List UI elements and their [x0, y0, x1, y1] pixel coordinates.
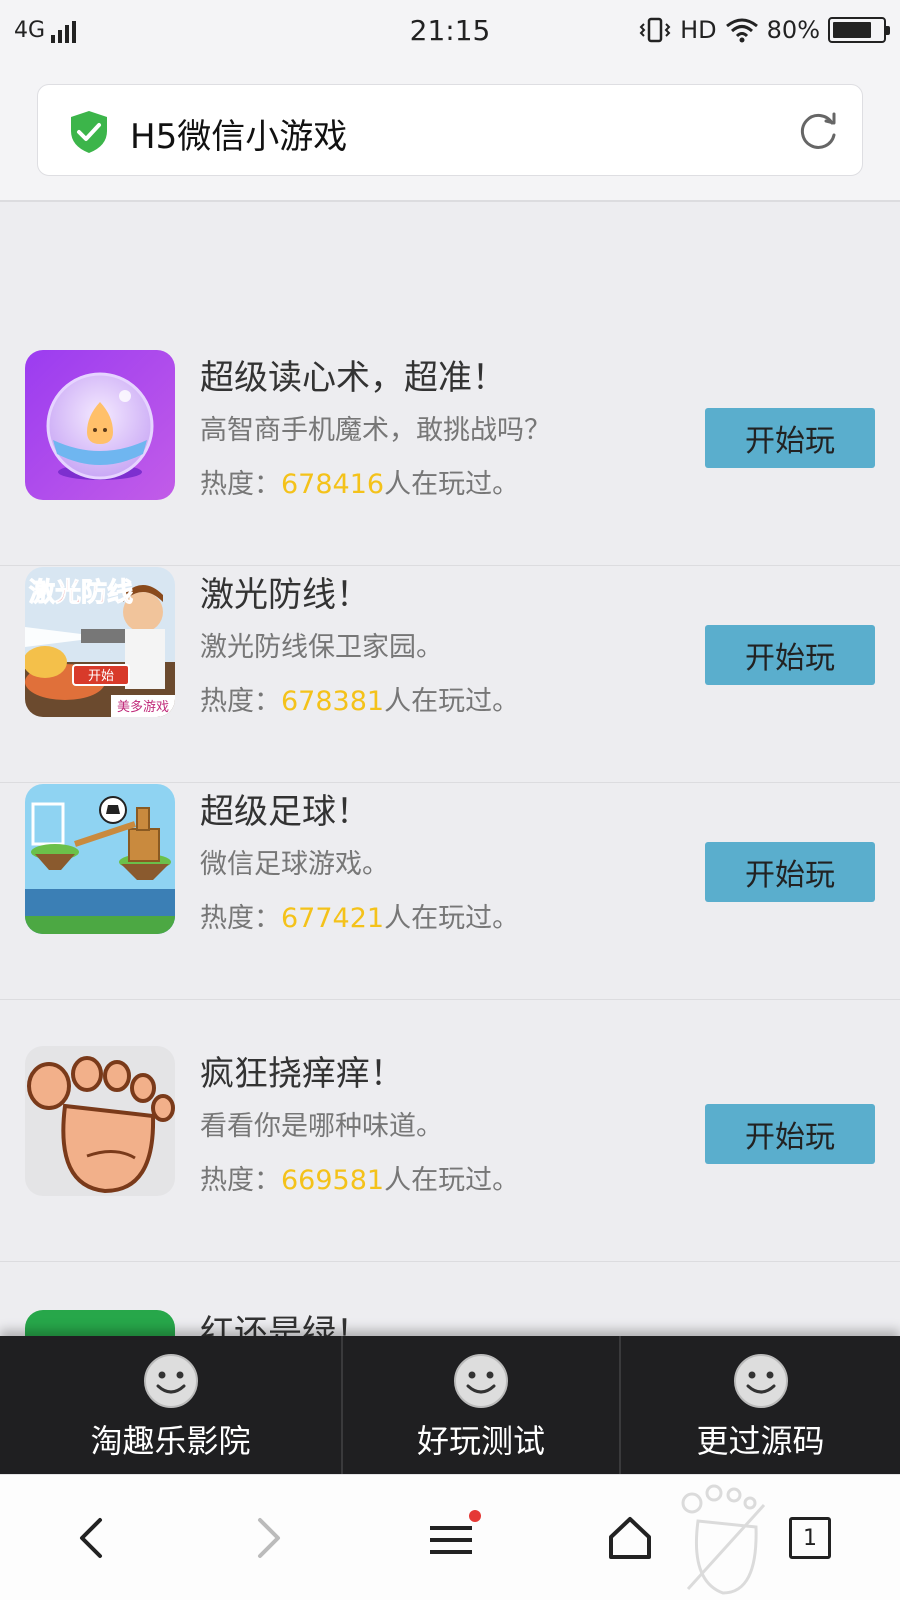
game-title: 超级足球！ — [200, 792, 370, 832]
battery-icon — [828, 17, 890, 43]
status-right: HD 80% — [638, 16, 890, 44]
start-play-button[interactable]: 开始玩 — [705, 842, 875, 902]
heat-suffix: 人在玩过。 — [384, 686, 520, 717]
game-description: 高智商手机魔术，敢挑战吗？ — [200, 415, 551, 446]
start-play-button[interactable]: 开始玩 — [705, 1104, 875, 1164]
game-thumbnail-super-football — [25, 784, 175, 934]
heat-label: 热度： — [200, 686, 281, 717]
game-thumbnail-mind-reader — [25, 350, 175, 500]
smiley-icon — [143, 1354, 198, 1408]
status-bar: 4G 21:15 HD 80% — [0, 0, 900, 66]
menu-item-fun-test[interactable]: 好玩测试 — [341, 1336, 619, 1474]
browser-nav-bar: 1 — [0, 1474, 900, 1600]
battery-level — [833, 22, 872, 38]
reload-icon[interactable] — [796, 109, 840, 153]
heat-suffix: 人在玩过。 — [384, 903, 520, 934]
back-button[interactable] — [56, 1503, 126, 1573]
heat-label: 热度： — [200, 469, 281, 500]
menu-icon — [430, 1510, 481, 1554]
address-bar-area: H5微信小游戏 — [0, 66, 900, 202]
heat-suffix: 人在玩过。 — [384, 469, 520, 500]
start-play-button[interactable]: 开始玩 — [705, 625, 875, 685]
home-icon — [609, 1517, 651, 1559]
game-description: 微信足球游戏。 — [200, 849, 389, 880]
heat-count: 678416 — [281, 469, 385, 500]
laser-defense-art: 激光防线 开始 美多游戏 — [25, 567, 175, 717]
menu-item-cinema[interactable]: 淘趣乐影院 — [0, 1336, 341, 1474]
heat-count: 677421 — [281, 903, 385, 934]
thumb-banner-text: 激光防线 — [29, 577, 133, 608]
game-thumbnail-laser-defense: 激光防线 开始 美多游戏 — [25, 567, 175, 717]
smiley-icon — [733, 1354, 788, 1408]
game-item: 疯狂挠痒痒！ 看看你是哪种味道。 热度：669581人在玩过。 开始玩 — [0, 1046, 900, 1262]
menu-item-source-code[interactable]: 更过源码 — [619, 1336, 900, 1474]
foot-art — [25, 1046, 175, 1196]
menu-label: 好玩测试 — [416, 1422, 545, 1460]
game-heat: 热度：669581人在玩过。 — [200, 1158, 519, 1197]
game-item: 超级读心术，超准！ 高智商手机魔术，敢挑战吗？ 热度：678416人在玩过。 开… — [0, 350, 900, 566]
menu-label: 更过源码 — [696, 1422, 825, 1460]
game-description: 看看你是哪种味道。 — [200, 1111, 443, 1142]
page-title: H5微信小游戏 — [130, 117, 348, 157]
home-button[interactable] — [595, 1503, 665, 1573]
heat-count: 669581 — [281, 1165, 385, 1196]
heat-label: 热度： — [200, 1165, 281, 1196]
game-heat: 热度：677421人在玩过。 — [200, 896, 519, 935]
footprint-watermark-icon — [681, 1484, 766, 1595]
back-arrow-icon — [80, 1518, 102, 1558]
crystal-ball-icon — [25, 350, 175, 500]
menu-label: 淘趣乐影院 — [90, 1422, 251, 1460]
game-description: 激光防线保卫家园。 — [200, 632, 443, 663]
heat-count: 678381 — [281, 686, 385, 717]
menu-button[interactable] — [416, 1503, 486, 1573]
notification-dot — [469, 1510, 481, 1522]
wifi-icon — [725, 18, 758, 43]
forward-arrow-icon — [258, 1518, 280, 1558]
address-bar[interactable]: H5微信小游戏 — [37, 84, 863, 176]
game-thumbnail-tickle — [25, 1046, 175, 1196]
shield-check-icon — [71, 111, 107, 153]
start-play-button[interactable]: 开始玩 — [705, 408, 875, 468]
thumb-start-text: 开始 — [88, 669, 114, 684]
game-title: 超级读心术，超准！ — [200, 358, 506, 398]
forward-button[interactable] — [234, 1503, 304, 1573]
heat-label: 热度： — [200, 903, 281, 934]
web-menu-bar: 淘趣乐影院 好玩测试 更过源码 — [0, 1336, 900, 1474]
vibrate-icon — [639, 17, 671, 43]
game-heat: 热度：678416人在玩过。 — [200, 462, 519, 501]
battery-percent: 80% — [766, 16, 820, 44]
tabs-icon: 1 — [789, 1517, 831, 1559]
smiley-icon — [454, 1354, 508, 1408]
tabs-button[interactable]: 1 — [775, 1503, 845, 1573]
game-item: 激光防线 开始 美多游戏 激光防线！ 激光防线保卫家园。 热度：678381人在… — [0, 567, 900, 783]
game-title: 激光防线！ — [200, 575, 370, 615]
heat-suffix: 人在玩过。 — [384, 1165, 520, 1196]
game-item: 超级足球！ 微信足球游戏。 热度：677421人在玩过。 开始玩 — [0, 784, 900, 1000]
football-art — [25, 784, 175, 934]
hd-label: HD — [680, 16, 717, 44]
thumb-brand-text: 美多游戏 — [117, 699, 169, 715]
game-title: 疯狂挠痒痒！ — [200, 1054, 404, 1094]
game-heat: 热度：678381人在玩过。 — [200, 679, 519, 718]
